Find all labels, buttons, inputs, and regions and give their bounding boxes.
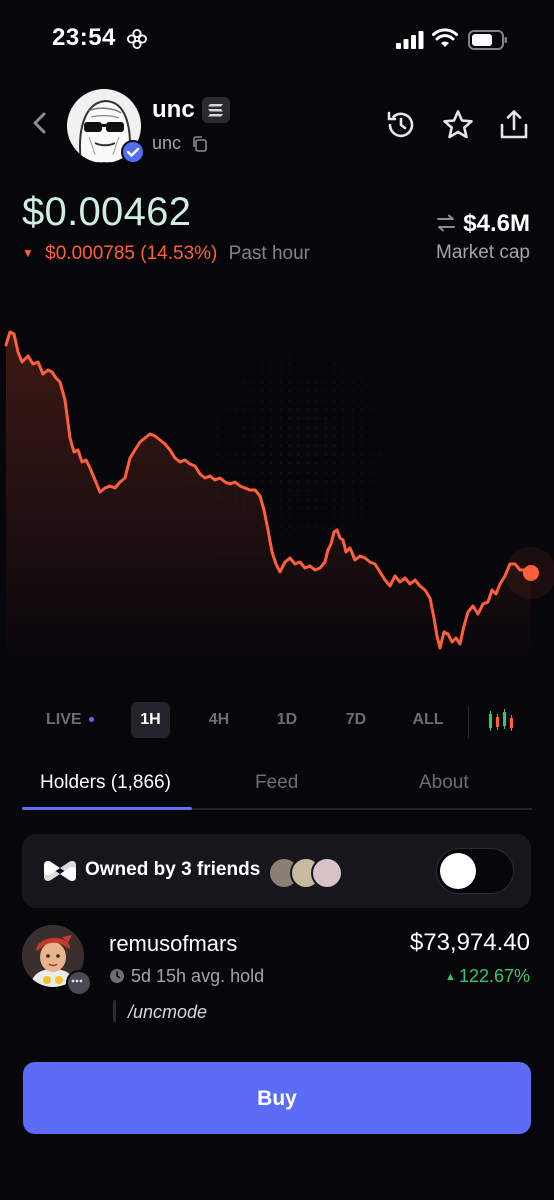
holder-name[interactable]: remusofmars — [109, 931, 237, 957]
star-icon[interactable] — [441, 108, 475, 142]
token-price: $0.00462 — [22, 190, 192, 234]
holder-avg-hold-row: 5d 15h avg. hold — [109, 966, 264, 987]
holder-avg-hold: 5d 15h avg. hold — [131, 966, 265, 986]
chart-endpoint — [523, 565, 539, 581]
market-cap-label: Market cap — [436, 242, 530, 263]
flower-icon — [127, 29, 147, 49]
solana-icon — [202, 97, 230, 123]
tab-feed[interactable]: Feed — [255, 772, 298, 794]
tab-active-indicator — [22, 807, 192, 810]
chat-dots — [71, 979, 83, 983]
market-cap[interactable]: $4.6M — [435, 210, 530, 238]
note-bar — [113, 1000, 116, 1022]
up-triangle-icon: ▲ — [445, 971, 456, 983]
timeframe-live[interactable]: LIVE — [40, 702, 100, 738]
swap-icon — [437, 214, 456, 232]
token-ticker: unc — [152, 133, 182, 153]
timeframe-selector: LIVE 1H 4H 1D 7D ALL — [0, 702, 554, 742]
price-change: $0.000785 (14.53%) — [45, 243, 218, 264]
friends-toggle-knob — [440, 853, 476, 889]
status-time: 23:54 — [52, 24, 116, 51]
price-change-period: Past hour — [228, 243, 310, 264]
timeframe-4h[interactable]: 4H — [200, 702, 238, 738]
verified-icon — [121, 140, 145, 164]
timeframe-live-label: LIVE — [45, 711, 82, 728]
holder-value: $73,974.40 — [409, 929, 530, 956]
timeframe-1h[interactable]: 1H — [131, 702, 170, 738]
back-icon[interactable] — [28, 108, 52, 138]
down-triangle-icon: ▼ — [22, 246, 34, 260]
timeframe-1d[interactable]: 1D — [269, 702, 305, 738]
friends-logo-icon — [44, 861, 76, 881]
share-icon[interactable] — [497, 108, 531, 142]
history-icon[interactable] — [384, 108, 418, 142]
clock-icon — [110, 969, 124, 983]
timeframe-divider — [468, 706, 469, 738]
tab-about[interactable]: About — [419, 772, 469, 794]
copy-icon[interactable] — [191, 135, 209, 153]
signal-icon — [396, 31, 424, 49]
price-change-row: ▼ $0.000785 (14.53%) Past hour — [22, 243, 310, 265]
chat-icon — [66, 970, 92, 996]
candlestick-icon[interactable] — [487, 708, 515, 734]
wifi-icon — [432, 28, 458, 47]
friend-avatar — [311, 857, 343, 889]
token-name: unc — [152, 96, 195, 123]
holder-gain: 122.67% — [458, 966, 530, 986]
battery-icon — [468, 30, 507, 50]
market-cap-value: $4.6M — [463, 210, 530, 237]
buy-button[interactable]: Buy — [23, 1062, 531, 1134]
holder-gain-row: ▲ 122.67% — [445, 966, 530, 987]
tab-holders[interactable]: Holders (1,866) — [40, 772, 171, 794]
price-chart[interactable] — [0, 300, 554, 680]
live-dot-icon — [89, 717, 94, 722]
timeframe-all[interactable]: ALL — [405, 702, 451, 738]
timeframe-7d[interactable]: 7D — [337, 702, 375, 738]
friends-text: Owned by 3 friends — [85, 859, 261, 880]
holder-note: /uncmode — [128, 1002, 208, 1022]
